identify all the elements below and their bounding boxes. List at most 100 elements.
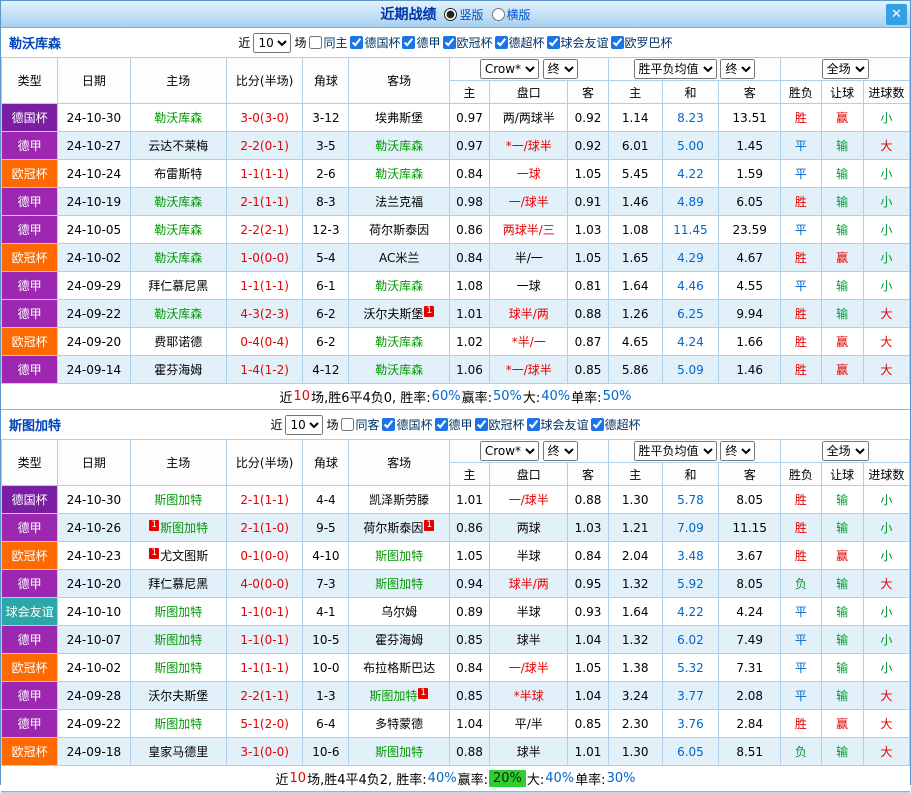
team-name[interactable]: 皇家马德里 bbox=[148, 745, 208, 759]
league-filter-checkbox[interactable]: 球会友谊 bbox=[547, 34, 609, 51]
league-filter-checkbox-input[interactable] bbox=[591, 418, 604, 431]
league-filter-checkbox[interactable]: 德甲 bbox=[402, 34, 440, 51]
team-name[interactable]: 斯图加特 bbox=[154, 633, 202, 647]
odds-time-select[interactable]: 终 bbox=[543, 59, 578, 79]
league-filter-checkbox-input[interactable] bbox=[495, 36, 508, 49]
league-filter-checkbox-input[interactable] bbox=[475, 418, 488, 431]
team-name[interactable]: 勒沃库森 bbox=[154, 307, 202, 321]
col-header-away: 客场 bbox=[349, 58, 449, 104]
team-name[interactable]: 勒沃库森 bbox=[375, 167, 423, 181]
team-name[interactable]: 布雷斯特 bbox=[154, 167, 202, 181]
team-name[interactable]: 荷尔斯泰因 bbox=[369, 223, 429, 237]
team-name[interactable]: 荷尔斯泰因 bbox=[363, 521, 423, 535]
team-name[interactable]: 乌尔姆 bbox=[381, 605, 417, 619]
team-name[interactable]: 费耶诺德 bbox=[154, 335, 202, 349]
team-name[interactable]: 勒沃库森 bbox=[375, 279, 423, 293]
close-button[interactable]: ✕ bbox=[886, 4, 907, 25]
team-name[interactable]: 斯图加特 bbox=[160, 521, 208, 535]
team-name[interactable]: 霍芬海姆 bbox=[154, 363, 202, 377]
avg-home-cell: 5.45 bbox=[608, 160, 662, 188]
team-name[interactable]: 沃尔夫斯堡 bbox=[148, 689, 208, 703]
stats-text: 50% bbox=[493, 389, 522, 404]
team-name[interactable]: 法兰克福 bbox=[375, 195, 423, 209]
red-card-badge: 1 bbox=[424, 306, 434, 317]
scope-select[interactable]: 全场 bbox=[822, 59, 869, 79]
horizontal-radio-input[interactable] bbox=[492, 8, 505, 21]
avg-time-select[interactable]: 终 bbox=[720, 441, 755, 461]
same-venue-checkbox[interactable]: 同主 bbox=[309, 34, 347, 51]
team-name[interactable]: 拜仁慕尼黑 bbox=[148, 577, 208, 591]
league-filter-checkbox[interactable]: 德甲 bbox=[435, 416, 473, 433]
team-name[interactable]: 布拉格斯巴达 bbox=[363, 661, 435, 675]
team-name[interactable]: 勒沃库森 bbox=[375, 363, 423, 377]
goals-cell: 小 bbox=[863, 188, 909, 216]
odds-company-select[interactable]: Crow* bbox=[480, 59, 539, 79]
team-name[interactable]: 勒沃库森 bbox=[154, 195, 202, 209]
team-name[interactable]: 斯图加特 bbox=[375, 577, 423, 591]
team-link[interactable]: 勒沃库森 bbox=[9, 33, 61, 52]
league-filter-checkbox-input[interactable] bbox=[443, 36, 456, 49]
games-count-select[interactable]: 10 bbox=[285, 415, 323, 435]
league-filter-checkbox-input[interactable] bbox=[435, 418, 448, 431]
team-name[interactable]: 斯图加特 bbox=[154, 717, 202, 731]
league-filter-checkbox[interactable]: 欧冠杯 bbox=[475, 416, 525, 433]
vertical-radio-input[interactable] bbox=[444, 8, 457, 21]
league-filter-checkbox-input[interactable] bbox=[547, 36, 560, 49]
team-name[interactable]: 尤文图斯 bbox=[160, 549, 208, 563]
team-name[interactable]: 埃弗斯堡 bbox=[375, 111, 423, 125]
league-filter-checkbox[interactable]: 欧罗巴杯 bbox=[611, 34, 673, 51]
handicap-cell: *半/一 bbox=[490, 328, 568, 356]
league-filter-checkbox[interactable]: 球会友谊 bbox=[527, 416, 589, 433]
team-name[interactable]: 斯图加特 bbox=[375, 549, 423, 563]
avg-away-cell: 1.46 bbox=[719, 356, 781, 384]
league-filter-checkbox-input[interactable] bbox=[350, 36, 363, 49]
games-count-select[interactable]: 10 bbox=[253, 33, 291, 53]
corner-cell: 10-6 bbox=[303, 738, 349, 766]
league-filter-checkbox[interactable]: 德超杯 bbox=[591, 416, 641, 433]
team-name[interactable]: 勒沃库森 bbox=[154, 223, 202, 237]
team-name[interactable]: 勒沃库森 bbox=[154, 251, 202, 265]
league-filter-checkbox-input[interactable] bbox=[402, 36, 415, 49]
league-filter-group: 德国杯德甲欧冠杯球会友谊德超杯 bbox=[382, 416, 640, 433]
same-venue-checkbox-input[interactable] bbox=[309, 36, 322, 49]
team-name[interactable]: 斯图加特 bbox=[154, 493, 202, 507]
team-name[interactable]: 拜仁慕尼黑 bbox=[148, 279, 208, 293]
handicap-cell: *一/球半 bbox=[490, 356, 568, 384]
same-venue-checkbox[interactable]: 同客 bbox=[341, 416, 379, 433]
avg-type-select[interactable]: 胜平负均值 bbox=[634, 59, 717, 79]
team-name[interactable]: 斯图加特 bbox=[375, 745, 423, 759]
team-name[interactable]: AC米兰 bbox=[379, 251, 419, 265]
team-name[interactable]: 凯泽斯劳滕 bbox=[369, 493, 429, 507]
corner-cell: 6-1 bbox=[303, 272, 349, 300]
same-venue-checkbox-input[interactable] bbox=[341, 418, 354, 431]
team-name[interactable]: 多特蒙德 bbox=[375, 717, 423, 731]
league-filter-checkbox-input[interactable] bbox=[611, 36, 624, 49]
league-filter-checkbox[interactable]: 德国杯 bbox=[350, 34, 400, 51]
team-name[interactable]: 斯图加特 bbox=[154, 605, 202, 619]
league-filter-checkbox-input[interactable] bbox=[527, 418, 540, 431]
page-title: 近期战绩 bbox=[380, 4, 436, 24]
odds-company-select[interactable]: Crow* bbox=[480, 441, 539, 461]
avg-time-select[interactable]: 终 bbox=[720, 59, 755, 79]
league-filter-checkbox[interactable]: 德超杯 bbox=[495, 34, 545, 51]
league-filter-checkbox-input[interactable] bbox=[382, 418, 395, 431]
team-link[interactable]: 斯图加特 bbox=[9, 415, 61, 434]
league-filter-checkbox[interactable]: 德国杯 bbox=[382, 416, 432, 433]
team-name[interactable]: 云达不莱梅 bbox=[148, 139, 208, 153]
team-name[interactable]: 霍芬海姆 bbox=[375, 633, 423, 647]
scope-select[interactable]: 全场 bbox=[822, 441, 869, 461]
horizontal-layout-radio[interactable]: 横版 bbox=[492, 6, 531, 23]
team-name[interactable]: 沃尔夫斯堡 bbox=[363, 307, 423, 321]
league-filter-checkbox[interactable]: 欧冠杯 bbox=[443, 34, 493, 51]
handicap-result-cell: 赢 bbox=[821, 244, 863, 272]
home-team-cell: 斯图加特 bbox=[130, 486, 226, 514]
team-name[interactable]: 斯图加特 bbox=[369, 689, 417, 703]
vertical-layout-radio[interactable]: 竖版 bbox=[444, 6, 483, 23]
home-team-cell: 1斯图加特 bbox=[130, 514, 226, 542]
team-name[interactable]: 勒沃库森 bbox=[154, 111, 202, 125]
odds-time-select[interactable]: 终 bbox=[543, 441, 578, 461]
avg-type-select[interactable]: 胜平负均值 bbox=[634, 441, 717, 461]
team-name[interactable]: 斯图加特 bbox=[154, 661, 202, 675]
team-name[interactable]: 勒沃库森 bbox=[375, 139, 423, 153]
team-name[interactable]: 勒沃库森 bbox=[375, 335, 423, 349]
